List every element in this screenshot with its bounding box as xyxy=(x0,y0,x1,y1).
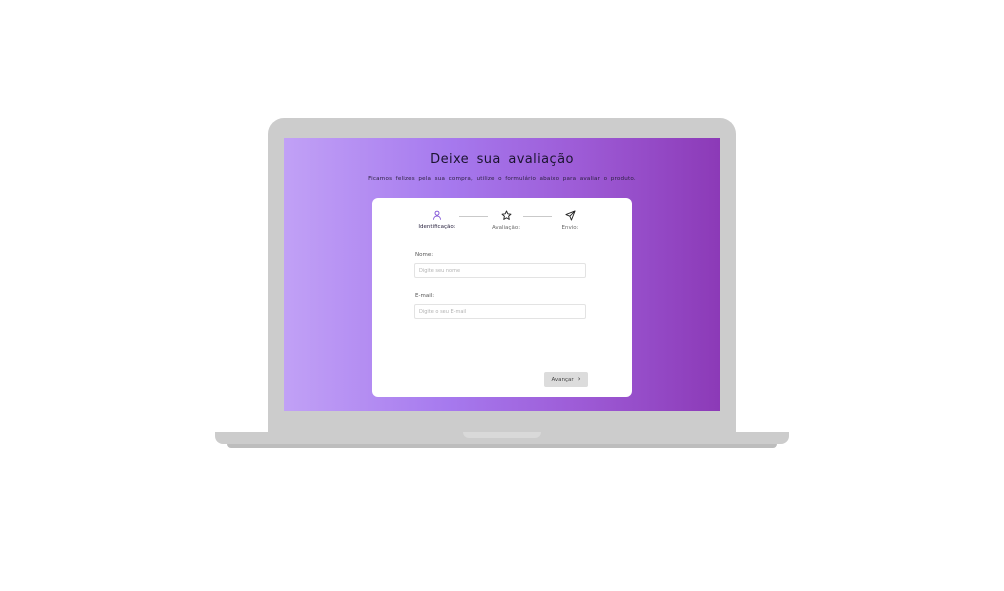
name-input[interactable] xyxy=(414,263,586,278)
review-form-card: Identificação: Avaliação: Envio: Nome: E… xyxy=(372,198,632,397)
laptop-notch xyxy=(463,432,541,438)
page-subtitle: Ficamos felizes pela sua compra, utilize… xyxy=(368,176,636,182)
laptop-base-shadow xyxy=(227,444,777,448)
step-avaliacao[interactable]: Avaliação: xyxy=(476,210,536,231)
next-button[interactable]: Avançar › xyxy=(544,372,588,387)
step-label: Identificação: xyxy=(418,224,456,230)
star-icon xyxy=(501,210,511,220)
email-label: E-mail: xyxy=(415,293,435,299)
user-icon xyxy=(433,210,441,220)
step-envio[interactable]: Envio: xyxy=(540,210,600,231)
next-button-label: Avançar xyxy=(551,376,574,383)
name-label: Nome: xyxy=(415,252,434,258)
step-indicator: Identificação: Avaliação: Envio: xyxy=(372,210,632,240)
step-label: Envio: xyxy=(561,225,579,231)
laptop-screen: Deixe sua avaliação Ficamos felizes pela… xyxy=(284,138,720,411)
chevron-right-icon: › xyxy=(577,375,581,383)
send-icon xyxy=(564,210,576,221)
page-title: Deixe sua avaliação xyxy=(430,152,574,167)
step-identificacao[interactable]: Identificação: xyxy=(407,210,467,230)
step-label: Avaliação: xyxy=(491,225,521,231)
email-input[interactable] xyxy=(414,304,586,319)
